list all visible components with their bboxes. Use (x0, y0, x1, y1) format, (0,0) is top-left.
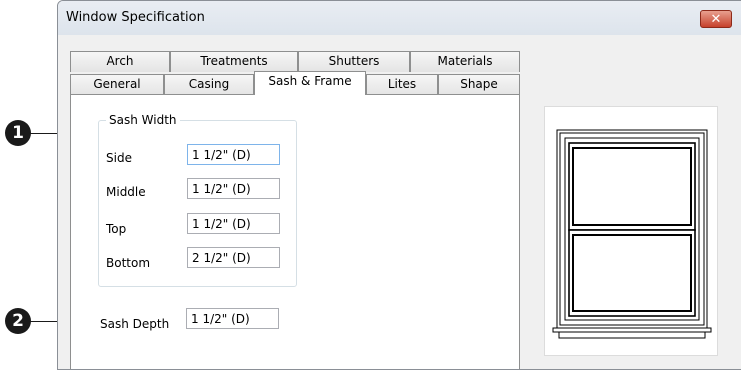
callout-2: 2 (5, 308, 31, 334)
tab-label: Lites (387, 77, 417, 91)
window-preview (544, 106, 718, 356)
callout-1: 1 (5, 120, 31, 146)
tab-shutters[interactable]: Shutters (298, 51, 410, 72)
dialog-title: Window Specification (66, 10, 205, 25)
title-bar: Window Specification ✕ (58, 1, 741, 35)
top-label: Top (106, 222, 127, 236)
close-icon: ✕ (710, 12, 722, 27)
tab-general[interactable]: General (70, 74, 164, 95)
close-button[interactable]: ✕ (700, 10, 732, 28)
tab-label: Arch (106, 54, 134, 68)
sash-depth-label: Sash Depth (100, 317, 170, 331)
tab-sash-and-frame[interactable]: Sash & Frame (254, 71, 366, 95)
tab-lites[interactable]: Lites (366, 74, 438, 95)
sash-width-group: Sash Width Side Middle Top Bottom (98, 113, 297, 287)
middle-width-field[interactable] (187, 178, 280, 199)
middle-label: Middle (106, 185, 146, 199)
tab-label: General (93, 77, 141, 91)
sash-depth-field[interactable] (186, 308, 279, 329)
bottom-label: Bottom (106, 256, 151, 270)
double-hung-window-drawing (552, 129, 712, 339)
tab-label: Shutters (328, 54, 380, 68)
tab-shape[interactable]: Shape (438, 74, 520, 95)
tab-materials[interactable]: Materials (410, 51, 520, 72)
tab-label: Casing (188, 77, 230, 91)
top-width-field[interactable] (187, 213, 280, 234)
side-width-field[interactable] (187, 144, 280, 165)
side-label: Side (106, 151, 132, 165)
window-specification-dialog: Window Specification ✕ Arch Treatments S… (57, 0, 741, 370)
sash-width-group-label: Sash Width (106, 113, 180, 127)
tab-panel-sash-and-frame: Sash Width Side Middle Top Bottom Sash D… (70, 94, 520, 369)
bottom-width-field[interactable] (187, 247, 280, 268)
tab-treatments[interactable]: Treatments (170, 51, 298, 72)
tab-label: Sash & Frame (268, 74, 352, 88)
tab-casing[interactable]: Casing (164, 74, 254, 95)
tab-label: Materials (437, 54, 493, 68)
tab-label: Shape (460, 77, 498, 91)
tab-arch[interactable]: Arch (70, 51, 170, 72)
tab-label: Treatments (200, 54, 268, 68)
